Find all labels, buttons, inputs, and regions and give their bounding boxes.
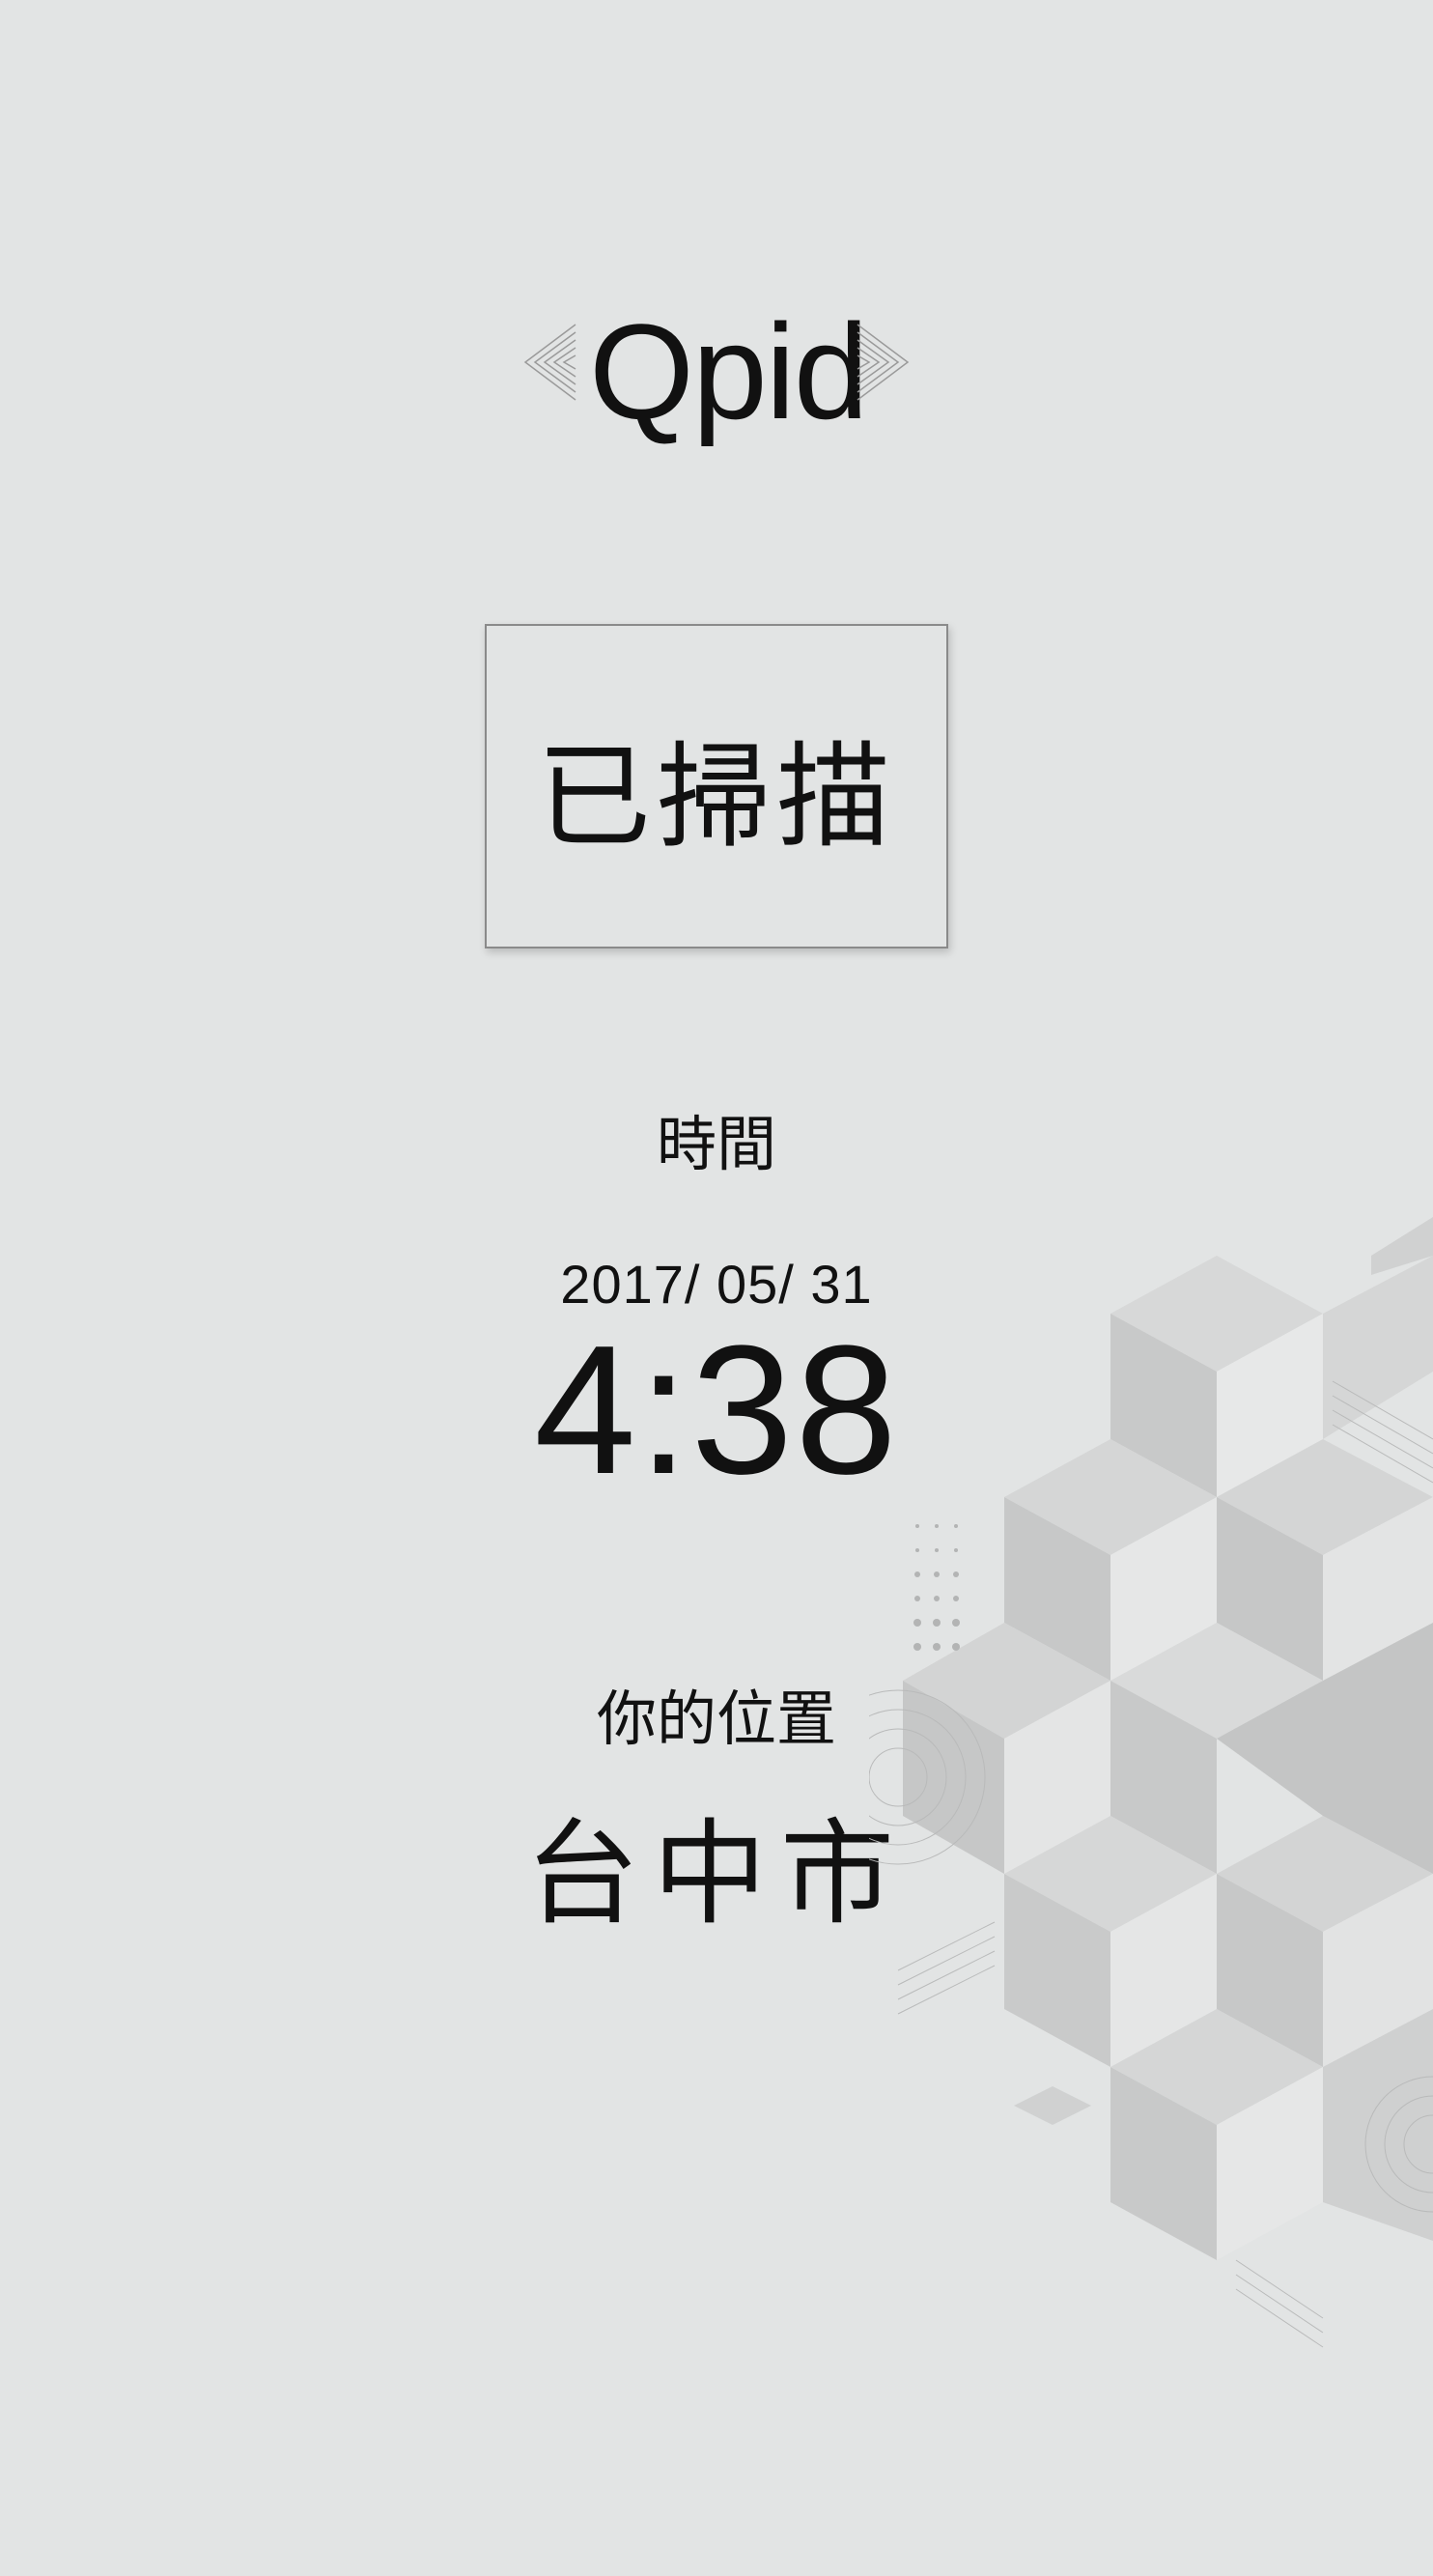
chevron-left-ornament-icon bbox=[523, 324, 576, 401]
brand-name: Qpid bbox=[589, 296, 869, 447]
chevron-right-ornament-icon bbox=[857, 324, 910, 401]
brand-logo: Qpid bbox=[521, 290, 912, 464]
cube-pattern bbox=[903, 1217, 1433, 2260]
time-label: 時間 bbox=[656, 1109, 776, 1179]
isometric-cubes-background bbox=[869, 1217, 1433, 2348]
scan-status-text: 已掃描 bbox=[536, 729, 896, 863]
texture-dots bbox=[913, 1524, 960, 1651]
scan-status-box: 已掃描 bbox=[485, 624, 948, 948]
